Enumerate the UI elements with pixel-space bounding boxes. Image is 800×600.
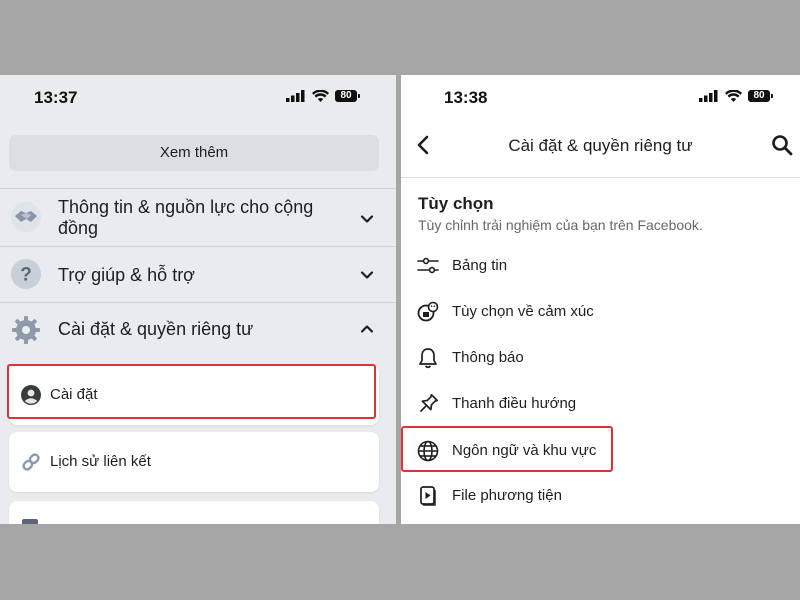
menu-item-label: Thông báo [452,349,524,366]
partial-card[interactable] [9,501,379,524]
chevron-down-icon[interactable] [360,268,374,282]
section-title: Tùy chọn [418,194,494,213]
wifi-icon [725,90,742,102]
menu-item-news-feed[interactable]: Bảng tin [401,246,800,286]
signal-icon [286,90,305,102]
link-icon [22,453,40,471]
menu-item-label: File phương tiện [452,487,562,504]
pin-icon [420,393,439,412]
svg-text:?: ? [20,265,32,286]
battery-indicator: 80 [335,90,360,102]
right-screenshot-panel: 13:38 80 Cài đặt & quyền riêng tư Tùy ch… [401,75,800,524]
menu-item-media-files[interactable]: File phương tiện [401,476,800,516]
divider [401,177,800,178]
signal-icon [699,90,718,102]
search-icon[interactable] [771,134,793,156]
reaction-icon [417,301,439,322]
status-time: 13:37 [34,88,78,107]
help-icon: ? [11,259,41,289]
battery-indicator: 80 [748,90,773,102]
left-screenshot-panel: 13:37 80 Xem thêm Thông tin & nguồn lực … [0,75,396,524]
see-more-button[interactable]: Xem thêm [9,135,379,171]
gear-icon [12,316,40,344]
card-label: Lịch sử liên kết [50,453,151,470]
section-settings-privacy[interactable]: Cài đặt & quyền riêng tư [0,302,396,358]
chevron-up-icon[interactable] [360,322,374,336]
partial-card-icon [22,519,38,524]
link-history-card[interactable]: Lịch sử liên kết [9,432,379,492]
wifi-icon [312,90,329,102]
page-title: Cài đặt & quyền riêng tư [508,136,693,155]
menu-item-label: Thanh điều hướng [452,395,577,412]
highlight-box [7,364,376,419]
section-label: Thông tin & nguồn lực cho cộng đồng [58,197,314,238]
status-icons: 80 [699,90,773,102]
status-icons: 80 [286,90,360,102]
sliders-icon [417,257,439,274]
status-time: 13:38 [444,88,488,107]
section-label: Trợ giúp & hỗ trợ [58,265,195,285]
handshake-icon [11,202,41,232]
section-label: Cài đặt & quyền riêng tư [58,319,254,339]
section-community-resources[interactable]: Thông tin & nguồn lực cho cộng đồng [0,188,396,246]
status-bar: 13:37 80 [0,75,396,120]
menu-item-label: Tùy chọn về cảm xúc [452,303,594,320]
section-help-support[interactable]: ? Trợ giúp & hỗ trợ [0,246,396,302]
section-subtitle: Tùy chỉnh trải nghiệm của bạn trên Faceb… [418,217,703,233]
chevron-down-icon[interactable] [360,212,374,226]
menu-item-notifications[interactable]: Thông báo [401,338,800,378]
bell-icon [419,348,437,369]
status-bar: 13:38 80 [401,75,800,120]
menu-item-label: Bảng tin [452,257,508,274]
highlight-box [401,426,613,472]
media-file-icon [420,486,436,506]
menu-item-navigation-bar[interactable]: Thanh điều hướng [401,384,800,424]
menu-item-reaction-preferences[interactable]: Tùy chọn về cảm xúc [401,292,800,332]
